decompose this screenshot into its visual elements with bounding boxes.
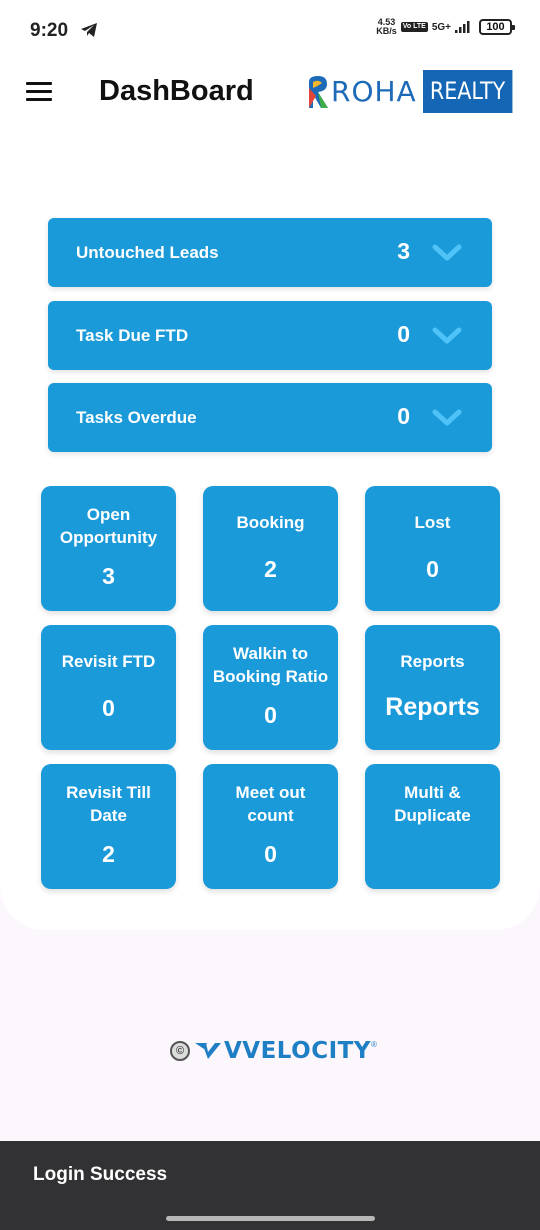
tile-value: 0 — [264, 702, 277, 728]
tile-label: Lost — [414, 513, 451, 532]
summary-label: Untouched Leads — [76, 243, 219, 262]
brand-name: ROHA — [331, 75, 417, 108]
tile-value: 2 — [102, 841, 115, 867]
snackbar-message: Login Success — [33, 1164, 168, 1185]
chevron-down-icon[interactable] — [432, 244, 462, 262]
chevron-down-icon[interactable] — [432, 327, 462, 345]
tile-open-opportunity[interactable]: Open Opportunity 3 — [41, 486, 176, 611]
tile-value: 0 — [426, 556, 439, 582]
tile-label: Multi & Duplicate — [394, 783, 471, 825]
summary-count: 0 — [397, 403, 410, 429]
tile-label: Revisit FTD — [61, 652, 156, 671]
summary-count: 0 — [397, 321, 410, 347]
velocity-wordmark: VVELOCITY — [224, 1038, 371, 1064]
velocity-v-icon — [195, 1043, 221, 1059]
chevron-down-icon[interactable] — [432, 409, 462, 427]
tile-reports[interactable]: Reports Reports — [365, 625, 500, 750]
hamburger-menu-icon[interactable] — [26, 82, 52, 102]
tile-value: Reports — [385, 693, 480, 721]
summary-row-task-due-ftd[interactable]: Task Due FTD 0 — [48, 301, 492, 370]
volte-badge: Vo LTE — [400, 22, 428, 32]
tile-meet-out-count[interactable]: Meet out count 0 — [203, 764, 338, 889]
summary-label: Task Due FTD — [76, 326, 189, 345]
brand-tag: REALTY — [422, 70, 512, 113]
tile-label: Walkin to Booking Ratio — [212, 644, 329, 686]
tile-label: Meet out count — [235, 783, 306, 825]
summary-row-untouched-leads[interactable]: Untouched Leads 3 — [48, 218, 492, 287]
vvelocity-footer-logo: © VVELOCITY ® — [170, 1038, 377, 1064]
status-time: 9:20 — [30, 20, 69, 41]
tile-multi-duplicate[interactable]: Multi & Duplicate — [365, 764, 500, 889]
home-indicator[interactable] — [166, 1216, 375, 1221]
tile-value: 2 — [264, 556, 277, 582]
telegram-icon — [81, 23, 97, 37]
tile-label: Reports — [400, 652, 465, 671]
summary-count: 3 — [397, 238, 410, 264]
tile-revisit-till-date[interactable]: Revisit Till Date 2 — [41, 764, 176, 889]
tile-value: 0 — [264, 841, 277, 867]
summary-label: Tasks Overdue — [76, 408, 197, 427]
tile-label: Revisit Till Date — [66, 783, 151, 825]
tile-label: Booking — [236, 513, 305, 532]
status-bar: 9:20 4.53 KB/s Vo LTE 5G+ 100 — [0, 0, 540, 62]
tile-label: Open Opportunity — [59, 505, 158, 547]
status-indicators: 4.53 KB/s Vo LTE 5G+ 100 — [376, 17, 515, 36]
registered-mark: ® — [370, 1040, 377, 1049]
tile-booking[interactable]: Booking 2 — [203, 486, 338, 611]
network-type: 5G+ — [431, 21, 451, 33]
tile-walkin-to-booking-ratio[interactable]: Walkin to Booking Ratio 0 — [203, 625, 338, 750]
network-speed: 4.53 KB/s — [376, 17, 397, 36]
tile-value: 0 — [102, 695, 115, 721]
page-title: DashBoard — [99, 75, 254, 107]
tile-revisit-ftd[interactable]: Revisit FTD 0 — [41, 625, 176, 750]
roha-realty-logo: ROHA REALTY — [306, 70, 526, 113]
battery-indicator: 100 — [479, 19, 515, 35]
tile-value: 3 — [102, 563, 115, 589]
tile-lost[interactable]: Lost 0 — [365, 486, 500, 611]
signal-icon — [455, 21, 470, 33]
copyright-icon: © — [170, 1041, 190, 1061]
roha-r-mark-icon — [309, 75, 328, 108]
summary-row-tasks-overdue[interactable]: Tasks Overdue 0 — [48, 383, 492, 452]
app-header: DashBoard ROHA REALTY — [0, 62, 540, 122]
